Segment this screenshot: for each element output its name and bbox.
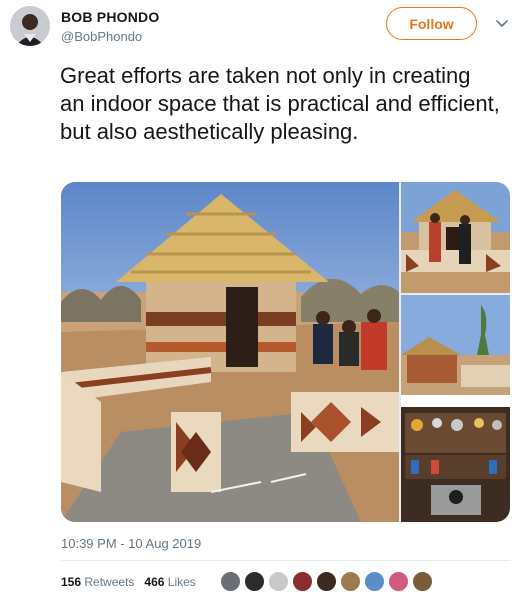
- liker-avatar[interactable]: [340, 571, 361, 592]
- retweets-count: 156: [61, 575, 82, 589]
- tweet-text: Great efforts are taken not only in crea…: [60, 63, 500, 144]
- liker-avatar[interactable]: [268, 571, 289, 592]
- retweets-label: Retweets: [84, 575, 135, 589]
- follow-button[interactable]: Follow: [386, 7, 477, 40]
- tweet-stats: 156 Retweets 466 Likes: [61, 575, 196, 589]
- liker-avatar[interactable]: [292, 571, 313, 592]
- chevron-down-icon[interactable]: [494, 15, 510, 31]
- tweet-timestamp[interactable]: 10:39 PM - 10 Aug 2019: [61, 536, 201, 551]
- author-avatar[interactable]: [10, 6, 50, 46]
- retweets-stat[interactable]: 156 Retweets: [61, 575, 134, 589]
- photo-hut-top[interactable]: [401, 182, 510, 293]
- divider: [61, 560, 510, 561]
- likes-stat[interactable]: 466 Likes: [144, 575, 195, 589]
- likes-count: 466: [144, 575, 165, 589]
- liker-avatar[interactable]: [412, 571, 433, 592]
- author-name[interactable]: BOB PHONDO: [61, 9, 159, 25]
- tweet-card: BOB PHONDO @BobPhondo Follow Great effor…: [0, 0, 531, 604]
- author-handle[interactable]: @BobPhondo: [61, 29, 142, 44]
- liker-avatar[interactable]: [388, 571, 409, 592]
- media-grid: [61, 182, 510, 522]
- photo-hut-main[interactable]: [61, 182, 399, 522]
- likes-label: Likes: [167, 575, 196, 589]
- photo-hut-bottom[interactable]: [401, 295, 510, 522]
- liker-avatar[interactable]: [316, 571, 337, 592]
- liker-avatars: [220, 571, 433, 592]
- liker-avatar[interactable]: [220, 571, 241, 592]
- liker-avatar[interactable]: [364, 571, 385, 592]
- liker-avatar[interactable]: [244, 571, 265, 592]
